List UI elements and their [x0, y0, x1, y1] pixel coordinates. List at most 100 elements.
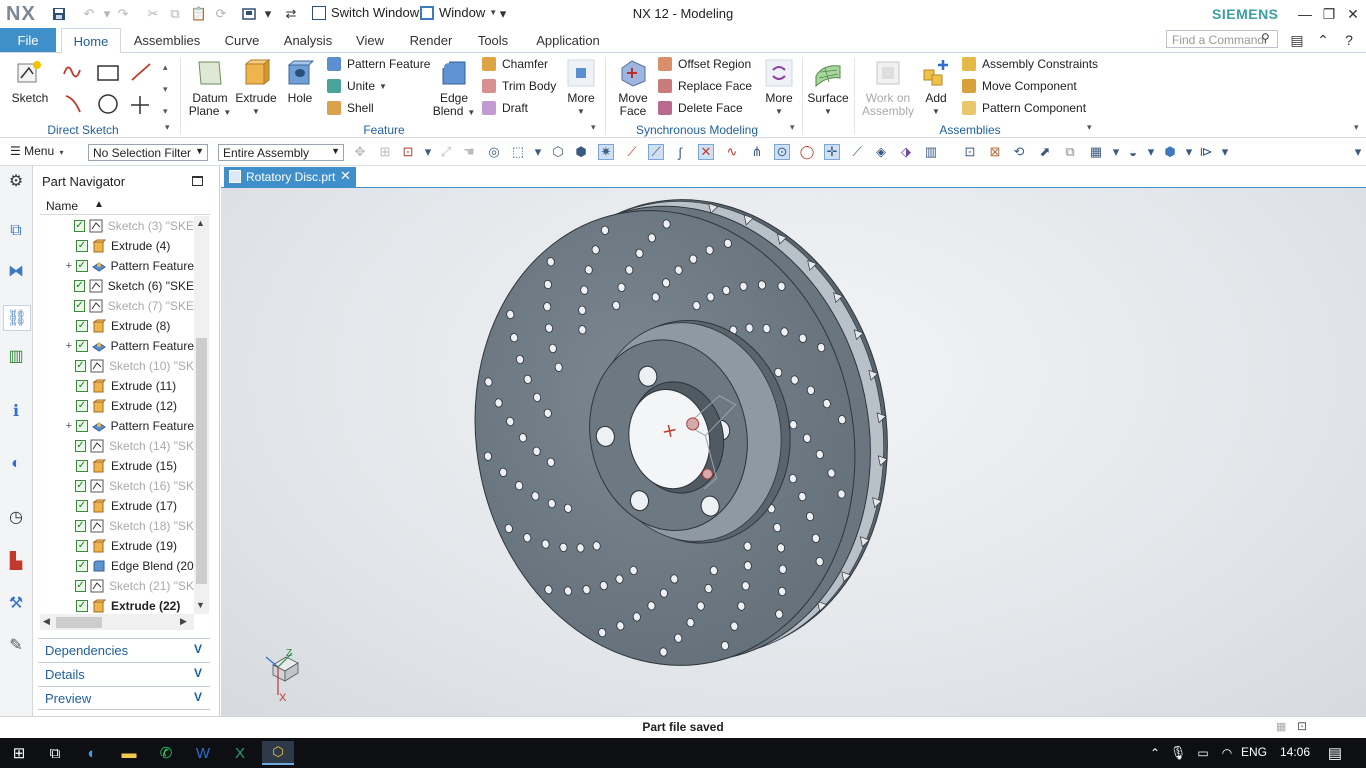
replace-face-button[interactable]: Replace Face	[658, 79, 752, 93]
tree-row[interactable]: ✓ Sketch (18) "SK	[40, 516, 194, 536]
close-document-icon[interactable]: ✕	[340, 168, 351, 184]
gear-icon[interactable]: ⚙	[5, 170, 27, 192]
pan-icon[interactable]: ⬈	[1037, 144, 1053, 160]
clock-icon[interactable]: ◷	[5, 506, 27, 528]
tab-render[interactable]: Render	[404, 28, 458, 53]
notifications-icon[interactable]: ▤	[1322, 741, 1348, 765]
nx-taskbar-icon[interactable]: ⬡	[262, 741, 294, 765]
dependencies-section[interactable]: Dependencies V	[38, 638, 210, 662]
customize-quick-access-icon[interactable]: ▾	[494, 5, 512, 23]
restore-button[interactable]: ❐	[1318, 4, 1340, 24]
box-select-icon[interactable]: ⬚	[510, 144, 526, 160]
extrude-button[interactable]: Extrude ▼	[234, 58, 278, 118]
feature-more-button[interactable]: More ▼	[562, 58, 600, 118]
move-component-button[interactable]: Move Component	[962, 79, 1077, 93]
search-icon[interactable]: ⚲	[1261, 31, 1270, 45]
undo-icon[interactable]: ↶	[80, 5, 98, 23]
tree-row[interactable]: ✓ Extrude (15)	[40, 456, 194, 476]
snap-bounded-grid-icon[interactable]: ⬗	[898, 144, 914, 160]
system-scenes-icon[interactable]: ✎	[5, 634, 27, 656]
move-face-button[interactable]: Move Face	[612, 58, 654, 118]
tree-row[interactable]: ✓ Extrude (12)	[40, 396, 194, 416]
snap-control-point-icon[interactable]: ∫	[672, 144, 688, 160]
snap-quadrant-icon[interactable]: ⋔	[749, 144, 765, 160]
edge-browser-icon[interactable]: ◐	[79, 741, 105, 765]
visibility-checkbox[interactable]: ✓	[76, 320, 88, 332]
tree-row[interactable]: ✓ Sketch (6) "SKE	[40, 276, 194, 296]
gallery-up-icon[interactable]: ▴	[163, 62, 168, 73]
visibility-checkbox[interactable]: ✓	[74, 580, 87, 592]
work-on-assembly-button[interactable]: Work on Assembly	[860, 58, 916, 118]
ribbon-options-dropdown-icon[interactable]: ▾	[1354, 122, 1359, 133]
general-selection-icon[interactable]: ✥	[352, 144, 368, 160]
snap-endpoint-icon[interactable]: ⟋	[624, 144, 640, 160]
tab-application[interactable]: Application	[530, 28, 606, 53]
rotor-disc-model[interactable]	[221, 188, 1366, 716]
constraint-navigator-icon[interactable]: ⧓	[5, 260, 27, 282]
select-curve-icon[interactable]: ⤢	[438, 144, 454, 160]
tree-row[interactable]: + ✓ Pattern Feature	[40, 336, 194, 356]
gallery-more-icon[interactable]: ▾	[163, 106, 168, 117]
document-tab[interactable]: Rotatory Disc.prt	[224, 167, 356, 187]
language-indicator[interactable]: ENG	[1241, 745, 1267, 759]
hole-button[interactable]: Hole	[280, 58, 320, 105]
visibility-checkbox[interactable]: ✓	[74, 480, 87, 492]
direct-sketch-group-options-icon[interactable]: ▾	[165, 122, 170, 133]
snap-intersection-icon[interactable]: ✕	[698, 144, 714, 160]
visibility-checkbox[interactable]: ✓	[74, 520, 87, 532]
render-style-icon[interactable]: ▦	[1088, 144, 1104, 160]
close-button[interactable]: ✕	[1342, 4, 1364, 24]
gallery-down-icon[interactable]: ▾	[163, 84, 168, 95]
snap-pole-icon[interactable]: ▥	[923, 144, 939, 160]
scroll-down-icon[interactable]: ▼	[196, 600, 205, 610]
select-target-icon[interactable]: ◎	[486, 144, 502, 160]
work-layer-icon[interactable]: ⧐	[1198, 144, 1214, 160]
visibility-checkbox[interactable]: ✓	[75, 340, 88, 352]
visibility-checkbox[interactable]: ✓	[76, 240, 88, 252]
visibility-checkbox[interactable]: ✓	[76, 600, 88, 612]
work-layer-dropdown-icon[interactable]: ▾	[1217, 144, 1233, 160]
selection-scope-select[interactable]: Entire Assembly ▼	[218, 144, 344, 161]
box-select-dropdown-icon[interactable]: ▾	[530, 144, 546, 160]
edit-section-dropdown-icon[interactable]: ▾	[1143, 144, 1159, 160]
expand-icon[interactable]: +	[62, 340, 76, 352]
whatsapp-icon[interactable]: ✆	[153, 741, 179, 765]
excel-icon[interactable]: X	[227, 741, 253, 765]
switch-icon[interactable]: ⇄	[282, 5, 300, 23]
paste-icon[interactable]: 📋	[190, 5, 208, 23]
visibility-checkbox[interactable]: ✓	[74, 280, 85, 292]
horizontal-scroll-thumb[interactable]	[56, 617, 102, 628]
battery-icon[interactable]: ▭	[1190, 741, 1216, 765]
wifi-icon[interactable]: ◠	[1214, 741, 1240, 765]
tree-row[interactable]: ✓ Extrude (11)	[40, 376, 194, 396]
tree-row[interactable]: ✓ Edge Blend (20	[40, 556, 194, 576]
sync-group-options-icon[interactable]: ▾	[790, 122, 795, 133]
snap-dropdown-icon[interactable]: ▾	[420, 144, 436, 160]
visibility-checkbox[interactable]: ✓	[75, 260, 88, 272]
edge-blend-button[interactable]: Edge Blend ▼	[432, 58, 476, 119]
scroll-left-icon[interactable]: ◀	[43, 616, 50, 627]
copy-icon[interactable]: ⧉	[166, 5, 184, 23]
orient-view-icon[interactable]: ⬢	[1162, 144, 1178, 160]
expand-icon[interactable]: +	[62, 420, 76, 432]
pattern-feature-button[interactable]: Pattern Feature	[327, 57, 430, 71]
roles-icon[interactable]: ⚒	[5, 592, 27, 614]
tab-tools[interactable]: Tools	[472, 28, 514, 53]
snap-enable-icon[interactable]: ✷	[598, 144, 614, 160]
scroll-up-icon[interactable]: ▲	[196, 218, 205, 228]
render-style-dropdown-icon[interactable]: ▾	[1108, 144, 1124, 160]
assembly-constraints-button[interactable]: Assembly Constraints	[962, 57, 1098, 71]
pattern-component-button[interactable]: Pattern Component	[962, 101, 1086, 115]
tab-analysis[interactable]: Analysis	[278, 28, 338, 53]
vertical-scroll-thumb[interactable]	[196, 338, 207, 584]
rotate-view-icon[interactable]: ⟲	[1011, 144, 1027, 160]
tab-view[interactable]: View	[350, 28, 390, 53]
snap-point-on-curve-icon[interactable]: ⟋	[849, 144, 865, 160]
tree-row[interactable]: ✓ Sketch (16) "SK	[40, 476, 194, 496]
tree-row[interactable]: ✓ Sketch (10) "SK	[40, 356, 194, 376]
select-solid-icon[interactable]: ⬢	[573, 144, 589, 160]
selection-filter-select[interactable]: No Selection Filter ▼	[88, 144, 208, 161]
select-hand-icon[interactable]: ☚	[461, 144, 477, 160]
full-screen-icon[interactable]: ⊡	[1297, 719, 1307, 733]
tree-row[interactable]: ✓ Extrude (19)	[40, 536, 194, 556]
